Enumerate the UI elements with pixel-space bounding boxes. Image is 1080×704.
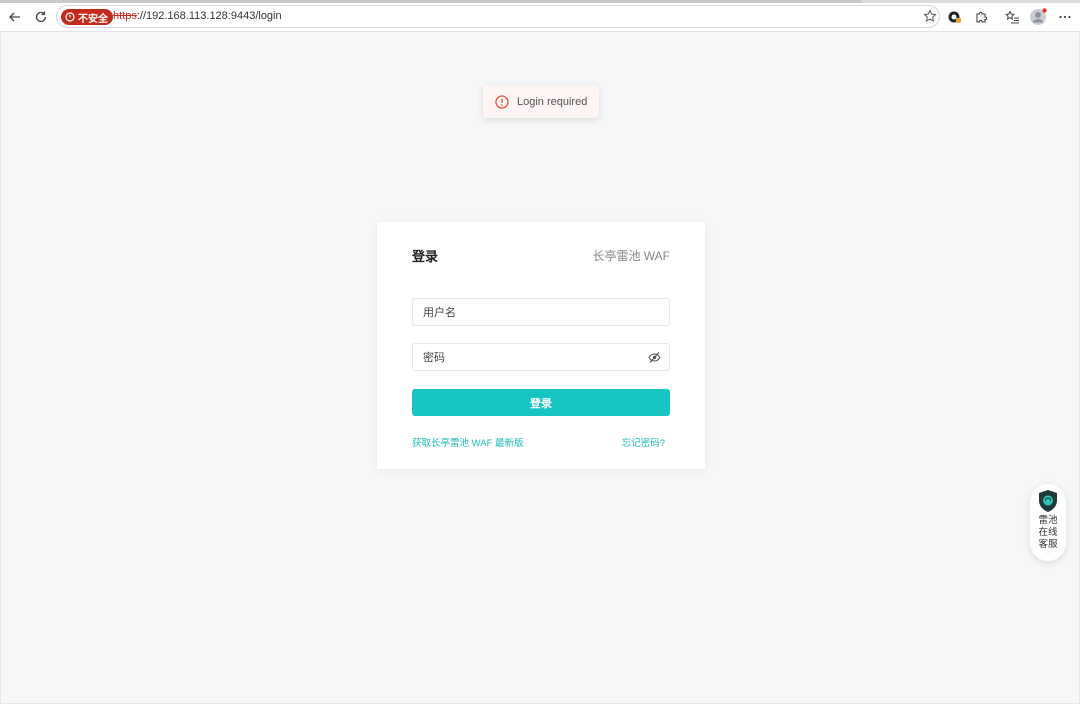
- favorites-list-icon: [1004, 10, 1019, 24]
- username-placeholder: 用户名: [423, 307, 456, 319]
- password-placeholder: 密码: [423, 352, 445, 364]
- security-badge[interactable]: 不安全: [61, 9, 113, 25]
- star-icon: [923, 9, 937, 22]
- forgot-password-link[interactable]: 忘记密码?: [622, 435, 665, 449]
- puzzle-icon: [976, 11, 988, 23]
- tab-strip-line: [0, 0, 1080, 3]
- password-input[interactable]: 密码: [412, 343, 670, 371]
- profile-button[interactable]: [1028, 7, 1048, 27]
- address-bar[interactable]: 不安全 https://192.168.113.128:9443/login: [56, 5, 940, 28]
- toast-message: Login required: [517, 95, 588, 108]
- extensions-button[interactable]: [971, 7, 991, 27]
- back-arrow-icon: [9, 12, 20, 22]
- back-button[interactable]: [5, 7, 25, 27]
- username-input[interactable]: 用户名: [412, 298, 670, 326]
- toggle-password-visibility[interactable]: [648, 351, 661, 367]
- get-latest-version-link[interactable]: 获取长亭雷池 WAF 最新版: [412, 435, 524, 449]
- favorite-star-button[interactable]: [923, 9, 937, 28]
- security-label: 不安全: [78, 13, 108, 25]
- page-viewport: Login required 登录 长亭雷池 WAF 用户名 密码 登录 获取长…: [0, 33, 1080, 704]
- browser-toolbar: 不安全 https://192.168.113.128:9443/login: [0, 0, 1080, 32]
- refresh-icon: [35, 11, 47, 23]
- support-line-3: 客服: [1038, 539, 1058, 550]
- support-line-2: 在线: [1038, 527, 1058, 538]
- extension-g-icon: [948, 11, 961, 23]
- alert-circle-icon: [495, 94, 509, 109]
- login-required-toast: Login required: [483, 85, 599, 118]
- eye-off-icon: [648, 352, 661, 363]
- ellipsis-icon: [1059, 15, 1071, 19]
- login-card: 登录 长亭雷池 WAF 用户名 密码 登录 获取长亭雷池 WAF 最新版 忘记密…: [377, 222, 705, 469]
- online-support-widget[interactable]: 雷池 在线 客服: [1030, 484, 1066, 561]
- login-title: 登录: [412, 249, 439, 264]
- url-text[interactable]: https://192.168.113.128:9443/login: [113, 10, 282, 22]
- extension-button[interactable]: [945, 7, 965, 27]
- brand-label: 长亭雷池 WAF: [592, 249, 670, 263]
- more-menu-button[interactable]: [1055, 7, 1075, 27]
- support-line-1: 雷池: [1038, 515, 1058, 526]
- shield-warning-icon: [65, 12, 75, 22]
- url-scheme: https: [113, 10, 137, 22]
- refresh-button[interactable]: [31, 7, 51, 27]
- url-host-path: ://192.168.113.128:9443/login: [136, 10, 282, 22]
- avatar-icon: [1030, 8, 1047, 25]
- shield-support-icon: [1039, 490, 1057, 512]
- login-submit-button[interactable]: 登录: [412, 389, 670, 416]
- favorites-button[interactable]: [1002, 7, 1022, 27]
